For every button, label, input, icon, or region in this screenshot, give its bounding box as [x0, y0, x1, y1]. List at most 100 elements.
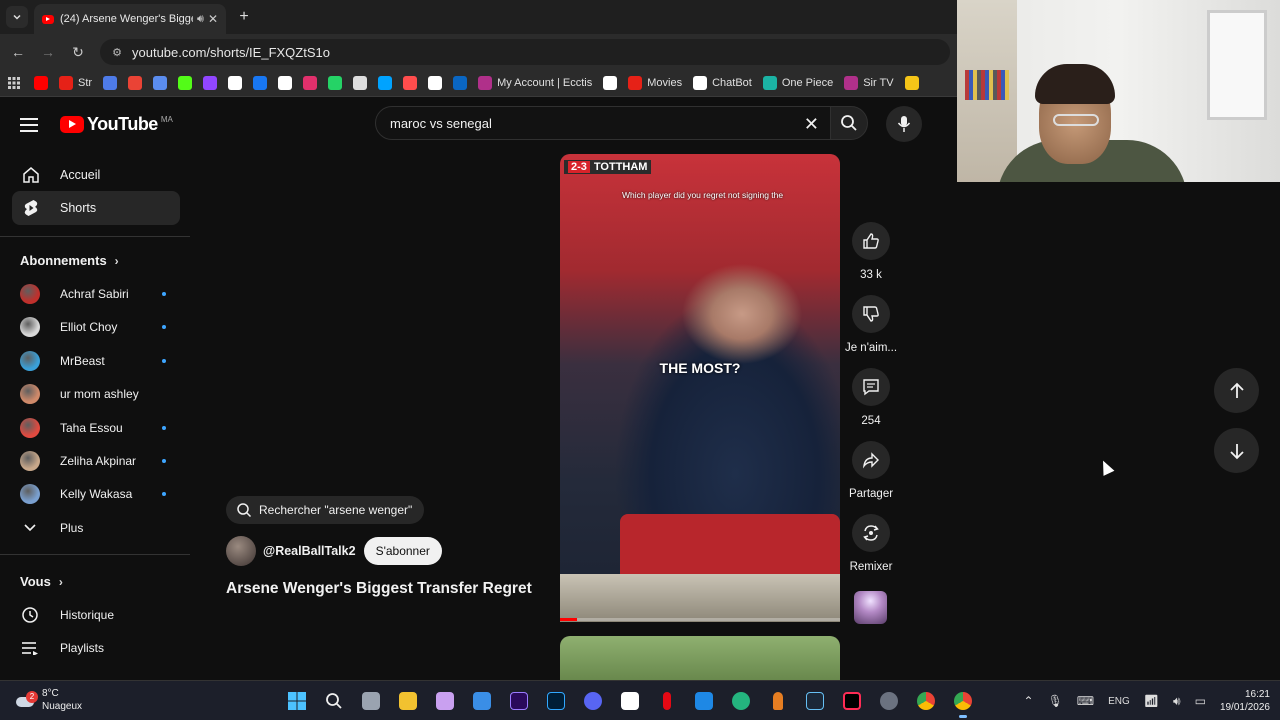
- thumbs-down-icon[interactable]: [852, 295, 890, 333]
- input-language[interactable]: ENG: [1108, 696, 1130, 707]
- share-action[interactable]: Partager: [846, 441, 896, 500]
- premiere-pro-icon[interactable]: [504, 686, 534, 716]
- next-short-preview[interactable]: [560, 636, 840, 680]
- wifi-icon[interactable]: 📶︎: [1144, 694, 1159, 708]
- search-input[interactable]: maroc vs senegal ✕: [375, 106, 832, 140]
- bookmark-item[interactable]: [253, 73, 268, 93]
- bookmark-item[interactable]: One Piece: [762, 73, 833, 93]
- keyboard-icon[interactable]: ⌨︎: [1077, 694, 1094, 708]
- subscription-item[interactable]: MrBeast: [12, 345, 180, 377]
- windows-start-icon[interactable]: [282, 686, 312, 716]
- chevron-up-icon[interactable]: ⌃: [1024, 694, 1034, 708]
- subscription-item[interactable]: Kelly Wakasa: [12, 478, 180, 510]
- channel-name[interactable]: @RealBallTalk2: [263, 544, 356, 558]
- capcut-icon[interactable]: [615, 686, 645, 716]
- youtube-wordmark[interactable]: YouTube: [87, 114, 158, 135]
- back-arrow-icon[interactable]: ←: [8, 42, 28, 62]
- chrome-active-icon[interactable]: [948, 686, 978, 718]
- bookmark-item[interactable]: [428, 73, 443, 93]
- edge-icon[interactable]: [726, 686, 756, 716]
- subscription-item[interactable]: ur mom ashley: [12, 378, 180, 410]
- weather-widget[interactable]: 2 8°C Nuageux: [14, 687, 82, 713]
- bookmark-item[interactable]: [228, 73, 243, 93]
- previous-short-button[interactable]: [1214, 368, 1259, 413]
- search-button[interactable]: [830, 106, 868, 140]
- you-heading[interactable]: Vous ›: [20, 574, 63, 589]
- video-progress-bar[interactable]: [560, 618, 840, 621]
- short-video-player[interactable]: 2-3 TOTTHAM Which player did you regret …: [560, 154, 840, 622]
- subscription-item[interactable]: Achraf Sabiri: [12, 278, 180, 310]
- volume-icon[interactable]: 🔊︎: [1173, 694, 1181, 709]
- like-action[interactable]: 33 k: [846, 222, 896, 281]
- youtube-logo-icon[interactable]: [60, 116, 84, 133]
- photoshop-icon[interactable]: [541, 686, 571, 716]
- bookmark-item[interactable]: [328, 73, 343, 93]
- menu-icon[interactable]: [20, 117, 38, 132]
- file-explorer-icon[interactable]: [393, 686, 423, 716]
- bookmark-item[interactable]: Sir TV: [844, 73, 894, 93]
- thumbs-up-icon[interactable]: [852, 222, 890, 260]
- channel-avatar[interactable]: [226, 536, 256, 566]
- steam-icon[interactable]: [800, 686, 830, 716]
- share-icon[interactable]: [852, 441, 890, 479]
- subscription-item[interactable]: Elliot Choy: [12, 311, 180, 343]
- bookmark-item[interactable]: [403, 73, 418, 93]
- bookmark-item[interactable]: [153, 73, 168, 93]
- tab-search-button[interactable]: [6, 6, 28, 28]
- bookmark-item[interactable]: Str: [59, 73, 92, 93]
- task-view-icon[interactable]: [356, 686, 386, 716]
- next-short-button[interactable]: [1214, 428, 1259, 473]
- dislike-action[interactable]: Je n'aim...: [845, 295, 897, 354]
- sidebar-item-shorts[interactable]: Shorts: [12, 191, 180, 225]
- reload-icon[interactable]: ↻: [68, 42, 88, 62]
- subscribe-button[interactable]: S'abonner: [363, 537, 442, 565]
- remix-action[interactable]: Remixer: [846, 514, 896, 573]
- search-icon[interactable]: [319, 686, 349, 716]
- bookmark-item[interactable]: [34, 73, 48, 93]
- bookmark-item[interactable]: [603, 73, 618, 93]
- comments-action[interactable]: 254: [846, 368, 896, 427]
- browser-tab-active[interactable]: (24) Arsene Wenger's Bigge 🔊︎ ✕: [34, 4, 226, 34]
- battery-icon[interactable]: ▭: [1195, 694, 1206, 708]
- show-more-button[interactable]: Plus: [12, 512, 180, 544]
- bookmark-item[interactable]: [303, 73, 318, 93]
- bookmark-item[interactable]: [353, 73, 368, 93]
- settings-icon[interactable]: [874, 686, 904, 716]
- site-info-icon[interactable]: ⚙︎: [110, 45, 124, 59]
- bookmark-item[interactable]: [178, 73, 193, 93]
- snipping-tool-icon[interactable]: [430, 686, 460, 716]
- subscription-item[interactable]: Taha Essou: [12, 412, 180, 444]
- bookmark-item[interactable]: [453, 73, 468, 93]
- bookmark-item[interactable]: ChatBot: [693, 73, 752, 93]
- clear-search-icon[interactable]: ✕: [804, 114, 819, 135]
- sidebar-item-home[interactable]: Accueil: [12, 158, 180, 192]
- address-bar[interactable]: ⚙︎ youtube.com/shorts/IE_FXQZtS1o: [100, 39, 950, 65]
- comment-icon[interactable]: [852, 368, 890, 406]
- sidebar-item-playlists[interactable]: Playlists: [12, 632, 180, 664]
- microsoft-store-icon[interactable]: [467, 686, 497, 716]
- bookmark-item[interactable]: Movies: [628, 73, 682, 93]
- remix-icon[interactable]: [852, 514, 890, 552]
- bookmark-item[interactable]: [904, 73, 919, 93]
- microphone-icon[interactable]: 🎙︎: [1048, 694, 1063, 708]
- forward-arrow-icon[interactable]: →: [38, 42, 58, 62]
- apps-grid-icon[interactable]: [8, 73, 20, 93]
- bookmark-item[interactable]: [103, 73, 118, 93]
- bookmark-item[interactable]: [278, 73, 293, 93]
- short-title[interactable]: Arsene Wenger's Biggest Transfer Regret: [226, 580, 532, 598]
- new-tab-button[interactable]: +: [234, 7, 254, 27]
- sidebar-item-history[interactable]: Historique: [12, 599, 180, 631]
- bookmark-item[interactable]: [203, 73, 218, 93]
- netflix-icon[interactable]: [652, 686, 682, 716]
- calendar-icon[interactable]: [689, 686, 719, 716]
- discord-icon[interactable]: [578, 686, 608, 716]
- recorder-icon[interactable]: [763, 686, 793, 716]
- subscriptions-heading[interactable]: Abonnements ›: [20, 253, 119, 268]
- voice-search-button[interactable]: [886, 106, 922, 142]
- tab-close-icon[interactable]: ✕: [208, 12, 218, 26]
- sound-thumbnail[interactable]: [854, 591, 887, 624]
- tiktok-icon[interactable]: [837, 686, 867, 716]
- bookmark-item[interactable]: My Account | Ecctis: [478, 73, 592, 93]
- chrome-icon[interactable]: [911, 686, 941, 716]
- bookmark-item[interactable]: [378, 73, 393, 93]
